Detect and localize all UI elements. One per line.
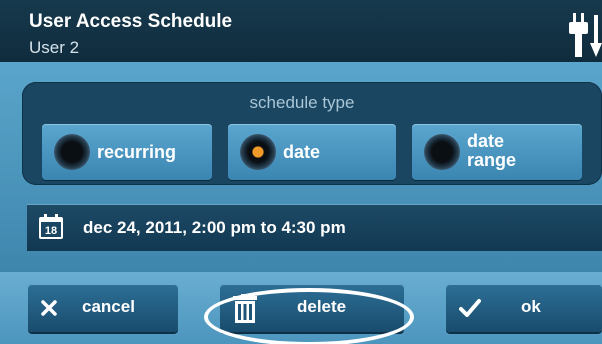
cancel-button-label: cancel [82, 297, 135, 316]
radio-indicator-date [240, 134, 276, 170]
schedule-type-group: schedule type recurring date date range [22, 82, 602, 185]
power-plug-icon [569, 13, 602, 57]
delete-button[interactable]: delete [220, 284, 404, 332]
date-time-field[interactable]: 18 dec 24, 2011, 2:00 pm to 4:30 pm [27, 204, 602, 251]
radio-label-date-range-line2: range [467, 150, 517, 170]
radio-label-recurring: recurring [97, 142, 177, 162]
radio-indicator-recurring [54, 134, 90, 170]
delete-button-label: delete [297, 297, 347, 316]
date-time-value: dec 24, 2011, 2:00 pm to 4:30 pm [83, 218, 346, 237]
radio-label-date: date [283, 142, 321, 162]
schedule-type-label: schedule type [249, 93, 355, 112]
page-title: User Access Schedule [29, 11, 233, 32]
main-panel: schedule type recurring date date range [0, 62, 602, 272]
user-access-schedule-screen: User Access Schedule User 2 schedule typ… [0, 0, 602, 344]
radio-indicator-date-range [424, 134, 460, 170]
close-icon [41, 300, 57, 316]
radio-label-date-range-line1: date [467, 131, 505, 151]
calendar-day-number: 18 [45, 225, 57, 237]
calendar-icon: 18 [39, 214, 63, 239]
page-subtitle: User 2 [29, 38, 80, 57]
radio-label-date-range: date range [467, 132, 527, 170]
cancel-button[interactable]: cancel [28, 284, 178, 332]
trash-icon [233, 294, 257, 323]
radio-date-range[interactable]: date range [412, 124, 582, 180]
check-icon [459, 299, 481, 317]
radio-recurring[interactable]: recurring [42, 124, 212, 180]
ok-button[interactable]: ok [446, 284, 602, 332]
ok-button-label: ok [521, 297, 541, 316]
radio-date[interactable]: date [228, 124, 396, 180]
button-bar: cancel delete ok [0, 272, 602, 344]
header-bar: User Access Schedule User 2 [0, 0, 602, 62]
